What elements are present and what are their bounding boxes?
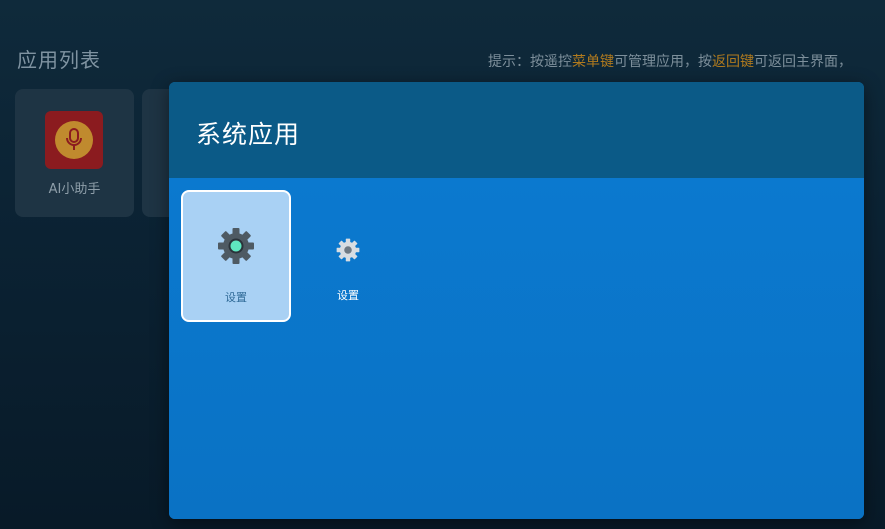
- hint-menu-key: 菜单键: [572, 54, 614, 70]
- gear-icon: [293, 238, 403, 262]
- dialog-title: 系统应用: [196, 120, 301, 149]
- app-tile-ai-assistant[interactable]: AI小助手: [15, 89, 134, 217]
- page-title: 应用列表: [17, 48, 101, 72]
- dialog-body: 设置 设置: [169, 178, 864, 519]
- dialog-header: 系统应用: [169, 82, 864, 178]
- system-apps-dialog: 系统应用 设置 设置: [169, 82, 864, 519]
- gear-icon: [183, 227, 289, 265]
- hint-back-key: 返回键: [712, 54, 754, 70]
- app-item-settings[interactable]: 设置: [293, 190, 403, 322]
- hint-text: 提示：按遥控菜单键可管理应用，按返回键可返回主界面，: [488, 51, 885, 71]
- hint-segment: 可返回主界面，: [754, 54, 852, 70]
- app-item-label: 设置: [225, 291, 247, 304]
- app-item-settings-selected[interactable]: 设置: [181, 190, 291, 322]
- microphone-icon: [45, 111, 103, 169]
- hint-segment: 可管理应用，按: [614, 54, 712, 70]
- hint-segment: 提示：按遥控: [488, 54, 572, 70]
- app-item-label: 设置: [337, 289, 359, 302]
- app-tile-label: AI小助手: [48, 182, 101, 197]
